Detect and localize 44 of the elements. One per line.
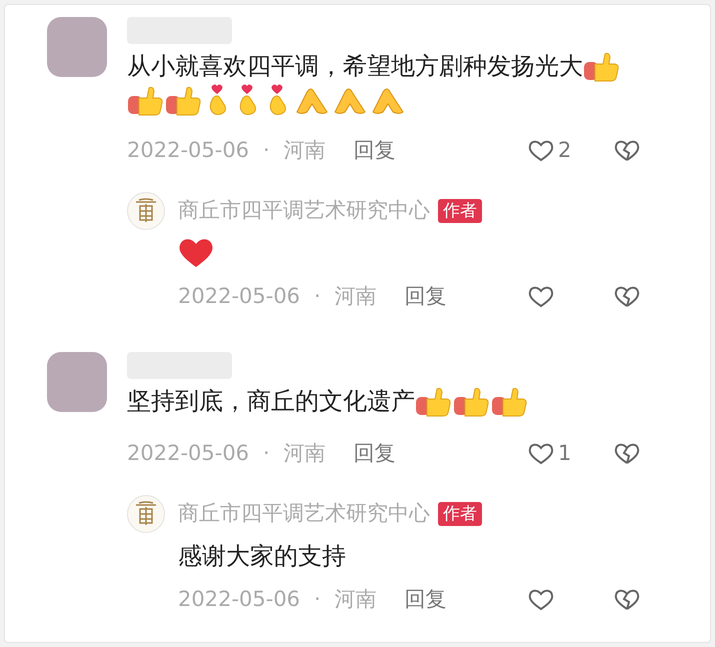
like-count: 2	[558, 137, 572, 164]
like-count: 1	[558, 440, 572, 468]
author-badge: 作者	[438, 199, 482, 223]
thumbs-up-icon	[415, 385, 453, 417]
heart-icon	[178, 237, 214, 269]
thumbs-up-icon	[491, 385, 529, 417]
comment-date: 2022-05-06	[127, 440, 250, 468]
comment-region: 河南	[284, 137, 326, 164]
emblem-icon	[135, 501, 157, 527]
thumbs-up-icon	[453, 385, 491, 417]
comment-date: 2022-05-06	[127, 137, 250, 164]
like-icon[interactable]	[528, 139, 554, 163]
author-name[interactable]: 商丘市四平调艺术研究中心	[178, 195, 430, 227]
comment-text: 坚持到底，商丘的文化遗产	[127, 386, 415, 417]
thumbs-up-icon	[165, 84, 203, 116]
reply-button[interactable]: 回复	[354, 438, 396, 470]
comment-text: 从小就喜欢四平调，希望地方剧种发扬光大	[127, 51, 583, 82]
like-icon[interactable]	[528, 588, 554, 612]
author-badge: 作者	[438, 502, 482, 526]
comment-date: 2022-05-06	[178, 586, 300, 614]
comment-region: 河南	[334, 586, 377, 614]
separator-dot: ·	[314, 283, 321, 310]
logo-avatar[interactable]	[127, 192, 165, 230]
separator-dot: ·	[263, 137, 270, 164]
separator-dot: ·	[314, 586, 321, 614]
thumbs-up-icon	[583, 50, 621, 82]
like-icon[interactable]	[528, 442, 554, 466]
thumbs-up-icon	[127, 84, 165, 116]
dislike-icon[interactable]	[614, 139, 640, 163]
comment-region: 河南	[284, 440, 326, 468]
comment-date: 2022-05-06	[178, 283, 300, 310]
separator-dot: ·	[263, 440, 270, 468]
reply-button[interactable]: 回复	[404, 584, 447, 616]
emblem-icon	[135, 198, 157, 224]
reply-button[interactable]: 回复	[354, 135, 396, 167]
dislike-icon[interactable]	[614, 588, 640, 612]
comment-region: 河南	[334, 283, 377, 310]
logo-avatar[interactable]	[127, 495, 165, 533]
dislike-icon[interactable]	[614, 442, 640, 466]
reply-text: 感谢大家的支持	[178, 541, 346, 572]
like-icon[interactable]	[528, 285, 554, 309]
author-name[interactable]: 商丘市四平调艺术研究中心	[178, 498, 430, 530]
reply-button[interactable]: 回复	[404, 281, 447, 313]
dislike-icon[interactable]	[614, 285, 640, 309]
